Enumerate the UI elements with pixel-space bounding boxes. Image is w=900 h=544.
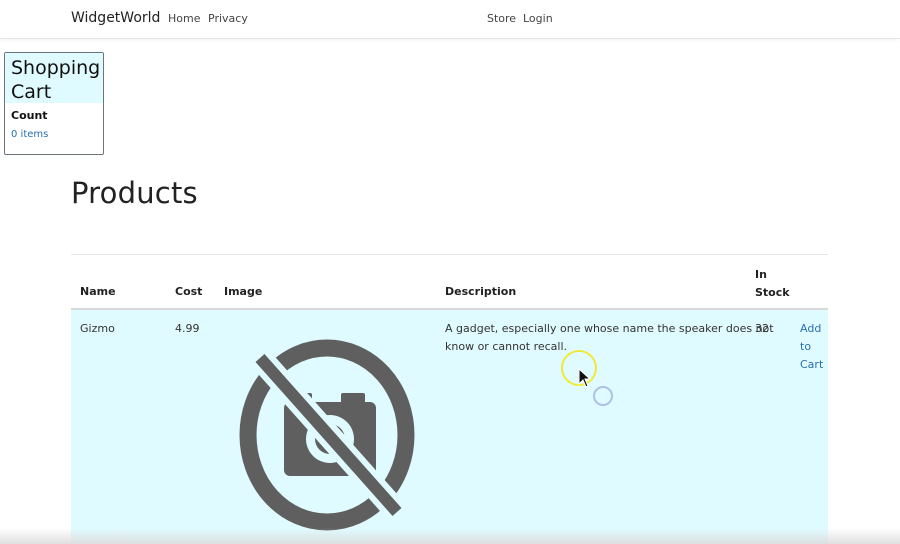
cart-title-line2: Cart <box>11 81 52 103</box>
top-navbar: WidgetWorld Home Privacy Store Login <box>0 0 900 39</box>
nav-login-link[interactable]: Login <box>523 12 553 25</box>
shopping-cart-panel: Shopping Cart Count 0 items <box>4 52 104 155</box>
cart-count-link[interactable]: 0 items <box>11 129 48 140</box>
bottom-edge-shadow <box>0 528 900 544</box>
description-line1: A gadget, especially one whose name the … <box>445 322 774 335</box>
product-cost: 4.99 <box>175 322 200 335</box>
nav-privacy-link[interactable]: Privacy <box>208 12 248 25</box>
add-to-cart-line1: Add <box>800 322 822 335</box>
column-header-stock: In Stock <box>755 266 790 302</box>
add-to-cart-line3: Cart <box>800 358 824 371</box>
cursor-click-ring <box>593 386 613 406</box>
table-top-border <box>71 254 828 255</box>
product-description: A gadget, especially one whose name the … <box>445 320 774 356</box>
brand-link[interactable]: WidgetWorld <box>71 10 160 26</box>
nav-store-link[interactable]: Store <box>487 12 516 25</box>
mouse-pointer-icon <box>578 368 592 388</box>
column-header-image: Image <box>224 285 263 298</box>
stock-header-line2: Stock <box>755 286 790 299</box>
add-to-cart-link[interactable]: Add to Cart <box>800 320 823 374</box>
product-name: Gizmo <box>80 322 115 335</box>
description-line2: know or cannot recall. <box>445 340 568 353</box>
nav-home-link[interactable]: Home <box>168 12 200 25</box>
column-header-cost: Cost <box>175 285 203 298</box>
product-stock: 32 <box>755 322 769 335</box>
stock-header-line1: In <box>755 268 767 281</box>
no-image-icon <box>239 339 415 531</box>
column-header-name: Name <box>80 285 116 298</box>
column-header-description: Description <box>445 285 517 298</box>
cart-title-line1: Shopping <box>11 57 101 79</box>
add-to-cart-line2: to <box>800 340 812 353</box>
cart-title: Shopping Cart <box>5 53 103 103</box>
page-title: Products <box>71 176 198 210</box>
cart-count-label: Count <box>11 109 48 122</box>
